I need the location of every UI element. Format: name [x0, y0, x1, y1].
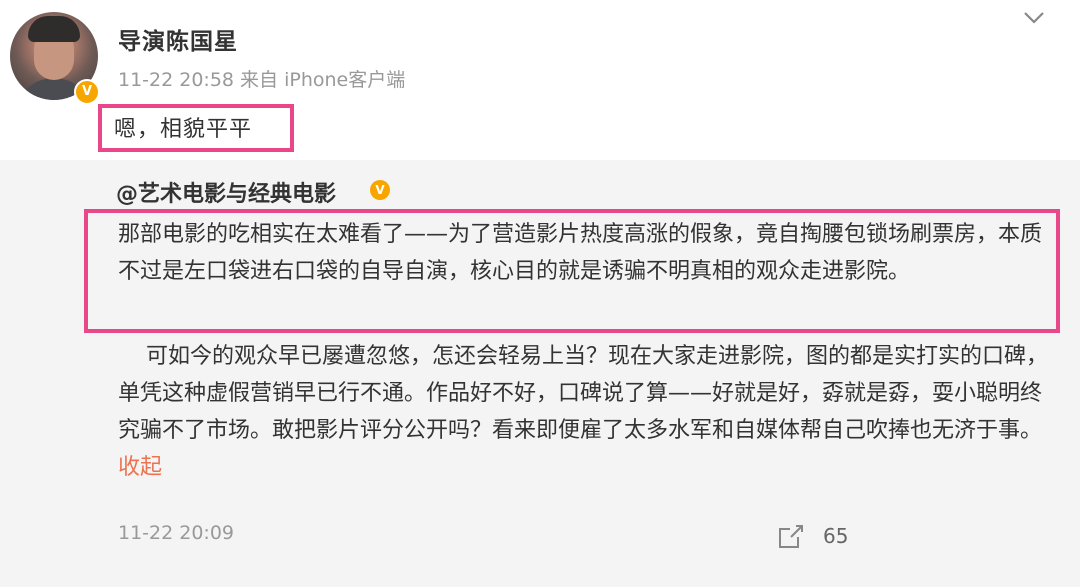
repost-time: 11-22 20:09 [118, 522, 235, 544]
highlight-box-post [98, 104, 294, 152]
share-count: 65 [823, 524, 849, 548]
verified-badge-icon: V [74, 79, 100, 105]
post-meta: 11-22 20:58 来自 iPhone客户端 [118, 69, 406, 91]
repost-author-link[interactable]: @艺术电影与经典电影 [116, 176, 336, 208]
chevron-down-icon[interactable] [1022, 6, 1046, 30]
repost-verified-badge-icon: V [370, 180, 390, 200]
repost-paragraph-2: 可如今的观众早已屡遭忽悠，怎还会轻易上当？现在大家走进影院，图的都是实打实的口碑… [118, 338, 1058, 486]
collapse-link[interactable]: 收起 [118, 455, 162, 480]
highlight-box-repost [84, 209, 1060, 333]
repost-paragraph-2-text: 可如今的观众早已屡遭忽悠，怎还会轻易上当？现在大家走进影院，图的都是实打实的口碑… [118, 344, 1048, 443]
repost-card: @艺术电影与经典电影 V 那部电影的吃相实在太难看了——为了营造影片热度高涨的假… [0, 160, 1080, 587]
post-author-name[interactable]: 导演陈国星 [118, 22, 238, 56]
share-icon[interactable] [776, 521, 806, 551]
original-post: V 导演陈国星 11-22 20:58 来自 iPhone客户端 嗯，相貌平平 [0, 0, 1080, 160]
